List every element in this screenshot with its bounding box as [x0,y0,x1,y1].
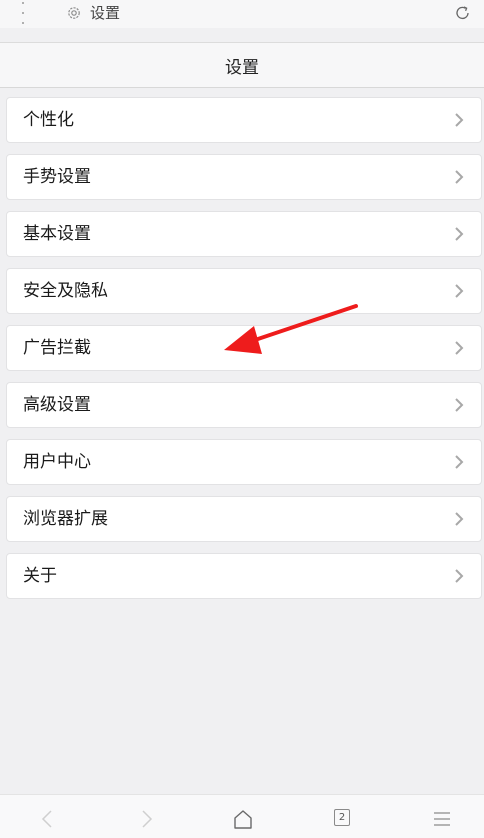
title-bar: 设置 [0,42,484,88]
settings-item-personalization[interactable]: 个性化 [6,97,482,143]
settings-item-label: 浏览器扩展 [23,509,108,529]
gear-icon [68,7,80,19]
settings-item-user-center[interactable]: 用户中心 [6,439,482,485]
more-vertical-icon[interactable] [19,2,27,24]
settings-item-extensions[interactable]: 浏览器扩展 [6,496,482,542]
settings-item-basic[interactable]: 基本设置 [6,211,482,257]
forward-icon[interactable] [134,807,158,831]
chevron-right-icon [455,341,464,355]
chevron-right-icon [455,113,464,127]
settings-item-advanced[interactable]: 高级设置 [6,382,482,428]
bottom-navigation [0,794,484,838]
settings-item-ad-block[interactable]: 广告拦截 [6,325,482,371]
menu-icon[interactable] [430,807,454,831]
settings-item-about[interactable]: 关于 [6,553,482,599]
page-title: 设置 [225,57,259,78]
top-bar: 设置 [0,0,484,28]
chevron-right-icon [455,398,464,412]
back-icon[interactable] [36,807,60,831]
tabs-icon[interactable]: 2 [334,809,350,826]
chevron-right-icon [455,512,464,526]
chevron-right-icon [455,227,464,241]
settings-item-label: 广告拦截 [23,338,91,358]
settings-item-security-privacy[interactable]: 安全及隐私 [6,268,482,314]
reload-icon[interactable] [454,4,472,22]
settings-item-label: 关于 [23,566,57,586]
settings-item-label: 用户中心 [23,452,91,472]
chevron-right-icon [455,569,464,583]
settings-item-label: 手势设置 [23,167,91,187]
settings-item-label: 个性化 [23,110,74,130]
settings-item-label: 基本设置 [23,224,91,244]
breadcrumb: 设置 [90,4,121,22]
settings-item-gestures[interactable]: 手势设置 [6,154,482,200]
settings-item-label: 安全及隐私 [23,281,108,301]
chevron-right-icon [455,455,464,469]
chevron-right-icon [455,170,464,184]
chevron-right-icon [455,284,464,298]
home-icon[interactable] [231,807,255,831]
settings-item-label: 高级设置 [23,395,91,415]
